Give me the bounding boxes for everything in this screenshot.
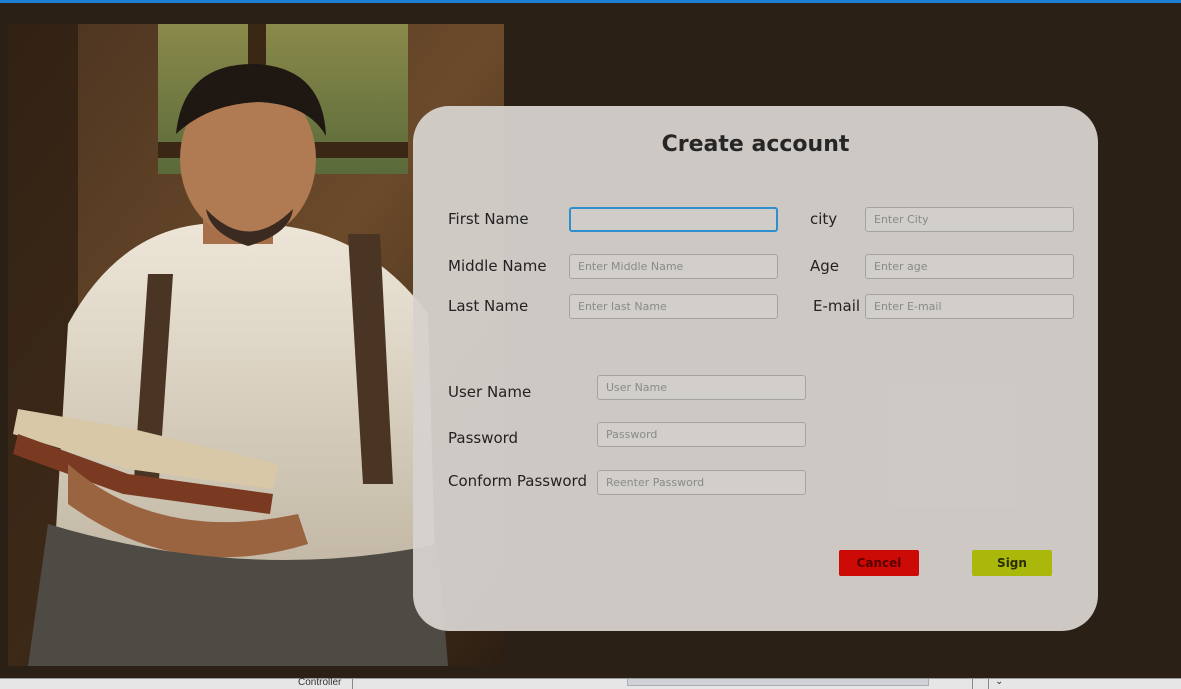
form-title: Create account: [661, 132, 850, 157]
ide-status-bar: Controller ⌄: [0, 676, 1181, 689]
age-label: Age: [810, 257, 840, 275]
create-account-card: Create account First Name Middle Name La…: [413, 106, 1098, 631]
password-label: Password: [448, 429, 519, 447]
middle-name-input[interactable]: [569, 254, 778, 279]
email-input[interactable]: [865, 294, 1074, 319]
controller-label: Controller: [298, 677, 342, 688]
sign-button[interactable]: Sign: [972, 550, 1052, 576]
confirm-password-input[interactable]: [597, 470, 806, 495]
age-input[interactable]: [865, 254, 1074, 279]
window-top-accent: [0, 0, 1181, 3]
confirm-password-label: Conform Password: [448, 472, 587, 490]
middle-name-label: Middle Name: [448, 257, 547, 275]
chevron-down-icon[interactable]: ⌄: [995, 676, 1003, 687]
last-name-input[interactable]: [569, 294, 778, 319]
city-input[interactable]: [865, 207, 1074, 232]
horizontal-scrollbar[interactable]: [627, 679, 929, 686]
user-name-input[interactable]: [597, 375, 806, 400]
password-input[interactable]: [597, 422, 806, 447]
city-label: city: [810, 210, 838, 228]
last-name-label: Last Name: [448, 297, 529, 315]
first-name-label: First Name: [448, 210, 529, 228]
cancel-button[interactable]: Cancel: [839, 550, 919, 576]
first-name-input[interactable]: [569, 207, 778, 232]
email-label: E-mail: [813, 297, 861, 315]
user-name-label: User Name: [448, 383, 532, 401]
